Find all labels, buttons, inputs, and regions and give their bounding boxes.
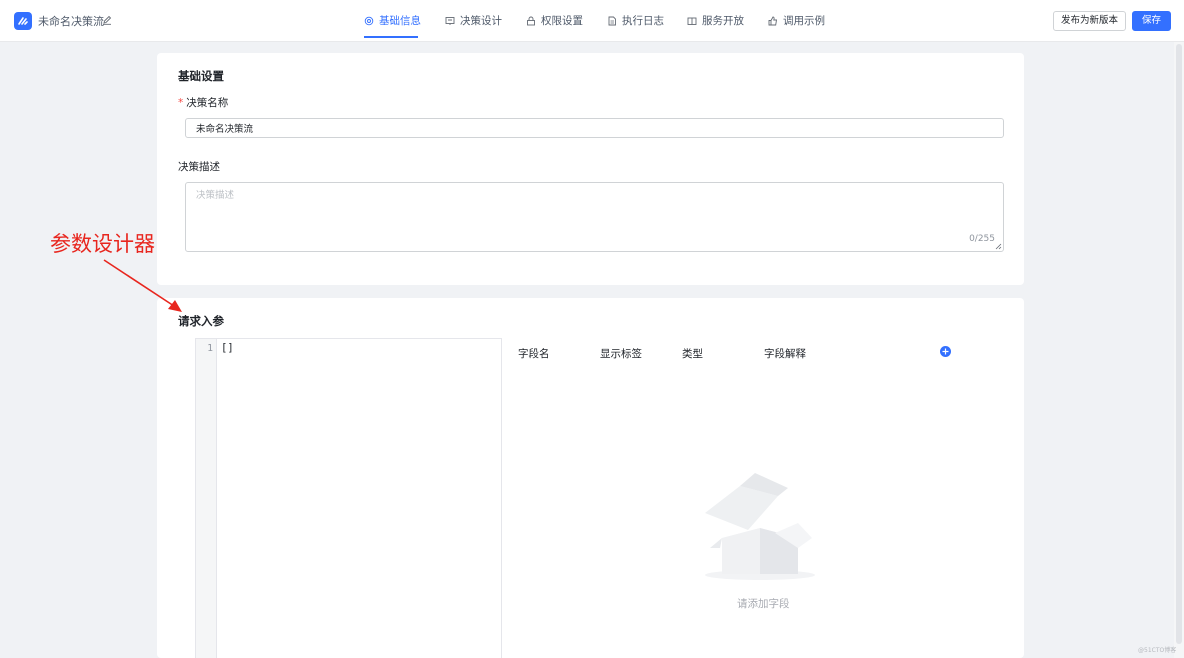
column-header-type: 类型 xyxy=(682,348,703,360)
column-header-display-label: 显示标签 xyxy=(600,348,642,360)
design-icon xyxy=(445,17,455,25)
request-params-card: 请求入参 1 [] 字段名 显示标签 类型 字段解释 请添加字段 xyxy=(157,298,1024,658)
char-count: 0/255 xyxy=(969,234,995,244)
required-star: * xyxy=(178,97,184,109)
annotation-arrow-icon xyxy=(103,259,182,312)
decision-name-label: * 决策名称 xyxy=(178,97,229,109)
column-header-field-explanation: 字段解释 xyxy=(764,348,806,360)
app-title: 未命名决策流 xyxy=(38,15,104,28)
save-button[interactable]: 保存 xyxy=(1132,11,1171,31)
basic-settings-title: 基础设置 xyxy=(178,69,224,83)
edit-title-icon[interactable] xyxy=(102,14,112,28)
book-icon xyxy=(687,17,697,25)
basic-settings-card: 基础设置 *决策名称 决策描述 决策描述 0/255 xyxy=(157,53,1024,285)
decision-description-textarea[interactable]: 决策描述 0/255 xyxy=(185,182,1004,252)
thumb-icon xyxy=(768,16,778,26)
line-number: 1 xyxy=(207,343,213,354)
json-code-editor[interactable]: 1 [] xyxy=(195,338,502,658)
app-logo-icon xyxy=(14,12,32,30)
decision-name-input[interactable] xyxy=(185,118,1004,138)
resize-handle-icon[interactable] xyxy=(995,243,1002,250)
editor-code[interactable]: [] xyxy=(221,342,234,354)
empty-state-text: 请添加字段 xyxy=(737,598,790,610)
scrollbar-thumb[interactable] xyxy=(1176,44,1182,644)
top-bar: 未命名决策流 基础信息 决策设计 权限设置 执行日志 服务开放 调用示例 发布为… xyxy=(0,0,1184,42)
tab-execution-log[interactable]: 执行日志 xyxy=(607,0,664,42)
settings-icon xyxy=(364,16,374,26)
tab-basic-info[interactable]: 基础信息 xyxy=(364,0,421,42)
add-field-button[interactable] xyxy=(940,346,951,357)
plus-icon xyxy=(942,348,949,355)
decision-description-label: 决策描述 xyxy=(178,161,220,173)
tab-service-open[interactable]: 服务开放 xyxy=(687,0,744,42)
annotation-label: 参数设计器 xyxy=(50,232,155,256)
tab-call-example[interactable]: 调用示例 xyxy=(768,0,825,42)
tab-permissions[interactable]: 权限设置 xyxy=(526,0,583,42)
log-icon xyxy=(608,16,616,26)
tab-decision-design[interactable]: 决策设计 xyxy=(445,0,502,42)
empty-box-illustration xyxy=(705,473,815,580)
editor-gutter: 1 xyxy=(196,339,217,658)
watermark: @51CTO博客 xyxy=(1138,647,1177,654)
publish-new-version-button[interactable]: 发布为新版本 xyxy=(1053,11,1126,31)
lock-icon xyxy=(527,16,535,26)
column-header-field-name: 字段名 xyxy=(518,348,550,360)
description-placeholder: 决策描述 xyxy=(196,190,235,201)
